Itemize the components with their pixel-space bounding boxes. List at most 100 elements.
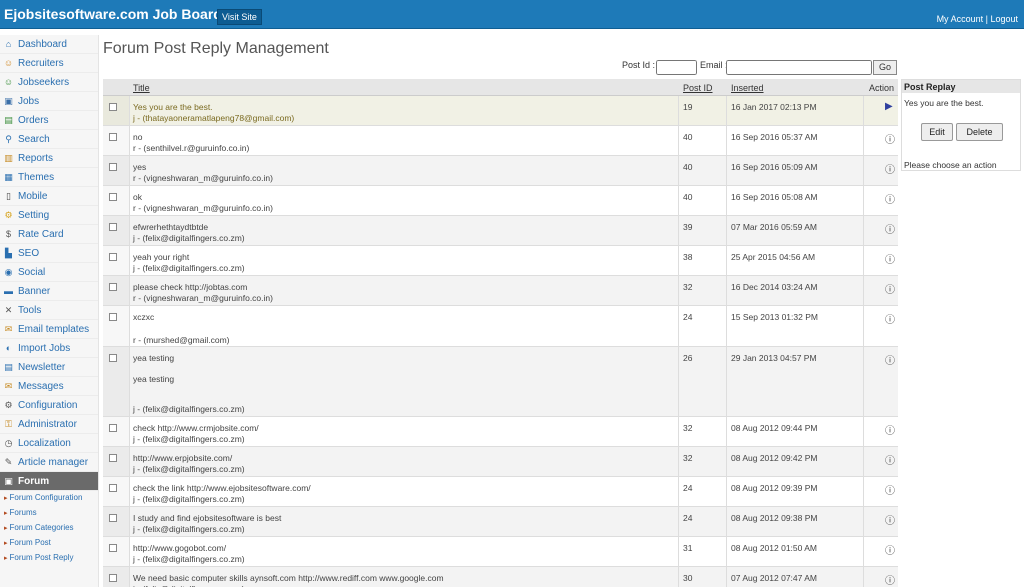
row-checkbox[interactable] bbox=[109, 484, 117, 492]
info-icon[interactable]: ⓘ bbox=[885, 422, 895, 437]
info-icon[interactable]: ⓘ bbox=[885, 131, 895, 146]
table-row[interactable]: please check http://jobtas.com r - (vigne… bbox=[103, 276, 898, 306]
row-checkbox[interactable] bbox=[109, 163, 117, 171]
sidebar-item-recruiters[interactable]: ☺ Recruiters bbox=[0, 54, 98, 73]
column-divider bbox=[129, 276, 130, 305]
column-header-post-id[interactable]: Post ID bbox=[683, 83, 713, 93]
table-row[interactable]: efwrerhethtaydtbtde j - (felix@digitalfin… bbox=[103, 216, 898, 246]
sidebar-item-localization[interactable]: ◷ Localization bbox=[0, 434, 98, 453]
row-checkbox[interactable] bbox=[109, 574, 117, 582]
table-row[interactable]: I study and find ejobsitesoftware is bes… bbox=[103, 507, 898, 537]
sidebar-subitem-forum-post-reply[interactable]: ▸ Forum Post Reply bbox=[0, 551, 98, 566]
sidebar-subitem-forums[interactable]: ▸ Forums bbox=[0, 506, 98, 521]
edit-button[interactable]: Edit bbox=[921, 123, 953, 141]
email-input[interactable] bbox=[726, 60, 872, 75]
top-links-separator: | bbox=[985, 14, 988, 24]
sidebar-item-rate-card[interactable]: $ Rate Card bbox=[0, 225, 98, 244]
sidebar-item-banner[interactable]: ▬ Banner bbox=[0, 282, 98, 301]
sidebar-item-administrator[interactable]: ⚿ Administrator bbox=[0, 415, 98, 434]
reply-inserted-date: 08 Aug 2012 01:50 AM bbox=[731, 543, 818, 553]
my-account-link[interactable]: My Account bbox=[937, 14, 984, 24]
reply-author: j - (felix@digitalfingers.co.zm) bbox=[133, 263, 245, 273]
info-icon[interactable]: ⓘ bbox=[885, 161, 895, 176]
sidebar-item-setting[interactable]: ⚙ Setting bbox=[0, 206, 98, 225]
info-icon[interactable]: ⓘ bbox=[885, 221, 895, 236]
sidebar-item-seo[interactable]: ▙ SEO bbox=[0, 244, 98, 263]
column-header-inserted[interactable]: Inserted bbox=[731, 83, 764, 93]
table-row[interactable]: We need basic computer skills aynsoft.co… bbox=[103, 567, 898, 587]
table-row[interactable]: http://www.gogobot.com/j - (felix@digita… bbox=[103, 537, 898, 567]
table-row[interactable]: yea testing yea testing j - (felix@digital… bbox=[103, 347, 898, 417]
table-row[interactable]: xczxc r - (murshed@gmail.com) 24 15 Sep 201… bbox=[103, 306, 898, 347]
row-checkbox[interactable] bbox=[109, 354, 117, 362]
logout-link[interactable]: Logout bbox=[990, 14, 1018, 24]
recruiter-icon: ☺ bbox=[3, 57, 14, 68]
selected-arrow-icon[interactable]: ▶ bbox=[885, 101, 893, 112]
sidebar-subitem-forum-configuration[interactable]: ▸ Forum Configuration bbox=[0, 491, 98, 506]
sidebar-item-themes[interactable]: ▦ Themes bbox=[0, 168, 98, 187]
sidebar-item-email-templates[interactable]: ✉ Email templates bbox=[0, 320, 98, 339]
info-icon[interactable]: ⓘ bbox=[885, 452, 895, 467]
sidebar-item-forum[interactable]: ▣ Forum bbox=[0, 472, 98, 491]
go-button[interactable]: Go bbox=[873, 60, 897, 75]
info-icon[interactable]: ⓘ bbox=[885, 311, 895, 326]
sidebar-item-search[interactable]: ⚲ Search bbox=[0, 130, 98, 149]
info-icon[interactable]: ⓘ bbox=[885, 572, 895, 587]
sidebar-item-import-jobs[interactable]: ◐ Import Jobs bbox=[0, 339, 98, 358]
info-icon[interactable]: ⓘ bbox=[885, 512, 895, 527]
row-checkbox[interactable] bbox=[109, 313, 117, 321]
reply-post-id: 40 bbox=[683, 132, 693, 142]
row-checkbox[interactable] bbox=[109, 454, 117, 462]
sidebar-item-jobs[interactable]: ▣ Jobs bbox=[0, 92, 98, 111]
sidebar-item-reports[interactable]: ▥ Reports bbox=[0, 149, 98, 168]
row-checkbox[interactable] bbox=[109, 424, 117, 432]
sidebar-item-orders[interactable]: ▤ Orders bbox=[0, 111, 98, 130]
post-id-input[interactable] bbox=[656, 60, 697, 75]
row-checkbox[interactable] bbox=[109, 133, 117, 141]
sidebar-item-jobseekers[interactable]: ☺ Jobseekers bbox=[0, 73, 98, 92]
table-row[interactable]: check http://www.crmjobsite.com/j - (fel… bbox=[103, 417, 898, 447]
row-checkbox[interactable] bbox=[109, 103, 117, 111]
sidebar-item-dashboard[interactable]: ⌂ Dashboard bbox=[0, 35, 98, 54]
row-checkbox[interactable] bbox=[109, 514, 117, 522]
sidebar-item-article-manager[interactable]: ✎ Article manager bbox=[0, 453, 98, 472]
themes-icon: ▦ bbox=[4, 171, 13, 182]
sidebar-item-mobile[interactable]: ▯ Mobile bbox=[0, 187, 98, 206]
table-row[interactable]: ok r - (vigneshwaran_m@guruinfo.co.in) 40 1… bbox=[103, 186, 898, 216]
table-row[interactable]: no r - (senthilvel.r@guruinfo.co.in) 40 16 … bbox=[103, 126, 898, 156]
sidebar-item-newsletter[interactable]: ▤ Newsletter bbox=[0, 358, 98, 377]
table-row[interactable]: yes r - (vigneshwaran_m@guruinfo.co.in) 40… bbox=[103, 156, 898, 186]
sidebar-item-configuration[interactable]: ⚙ Configuration bbox=[0, 396, 98, 415]
info-icon[interactable]: ⓘ bbox=[885, 482, 895, 497]
table-row[interactable]: http://www.erpjobsite.com/j - (felix@dig… bbox=[103, 447, 898, 477]
sidebar-item-social[interactable]: ◉ Social bbox=[0, 263, 98, 282]
sidebar-subitem-forum-categories[interactable]: ▸ Forum Categories bbox=[0, 521, 98, 536]
table-row[interactable]: check the link http://www.ejobsitesoftwa… bbox=[103, 477, 898, 507]
info-icon[interactable]: ⓘ bbox=[885, 191, 895, 206]
info-icon[interactable]: ⓘ bbox=[885, 281, 895, 296]
row-checkbox[interactable] bbox=[109, 253, 117, 261]
delete-button[interactable]: Delete bbox=[956, 123, 1003, 141]
row-checkbox[interactable] bbox=[109, 193, 117, 201]
visit-site-button[interactable]: Visit Site bbox=[217, 9, 262, 25]
configuration-icon: ⚙ bbox=[4, 399, 13, 410]
setting-icon: ⚙ bbox=[4, 209, 13, 220]
table-row[interactable]: Yes you are the best. j - (thatayaonerama… bbox=[103, 96, 898, 126]
post-replay-panel: Post Replay Yes you are the best. Edit D… bbox=[901, 79, 1021, 171]
info-icon[interactable]: ⓘ bbox=[885, 251, 895, 266]
table-row[interactable]: yeah your right j - (felix@digitalfingers… bbox=[103, 246, 898, 276]
row-checkbox[interactable] bbox=[109, 283, 117, 291]
column-divider bbox=[678, 477, 679, 506]
sidebar-item-messages[interactable]: ✉ Messages bbox=[0, 377, 98, 396]
column-divider bbox=[678, 216, 679, 245]
reports-icon: ▥ bbox=[4, 152, 13, 163]
row-checkbox[interactable] bbox=[109, 544, 117, 552]
reply-title: please check http://jobtas.com bbox=[133, 282, 248, 292]
info-icon[interactable]: ⓘ bbox=[885, 352, 895, 367]
sidebar-subitem-forum-post[interactable]: ▸ Forum Post bbox=[0, 536, 98, 551]
column-header-title[interactable]: Title bbox=[133, 83, 150, 93]
info-icon[interactable]: ⓘ bbox=[885, 542, 895, 557]
brand-title[interactable]: Ejobsitesoftware.com Job Board bbox=[4, 6, 222, 22]
row-checkbox[interactable] bbox=[109, 223, 117, 231]
sidebar-item-tools[interactable]: ✕ Tools bbox=[0, 301, 98, 320]
